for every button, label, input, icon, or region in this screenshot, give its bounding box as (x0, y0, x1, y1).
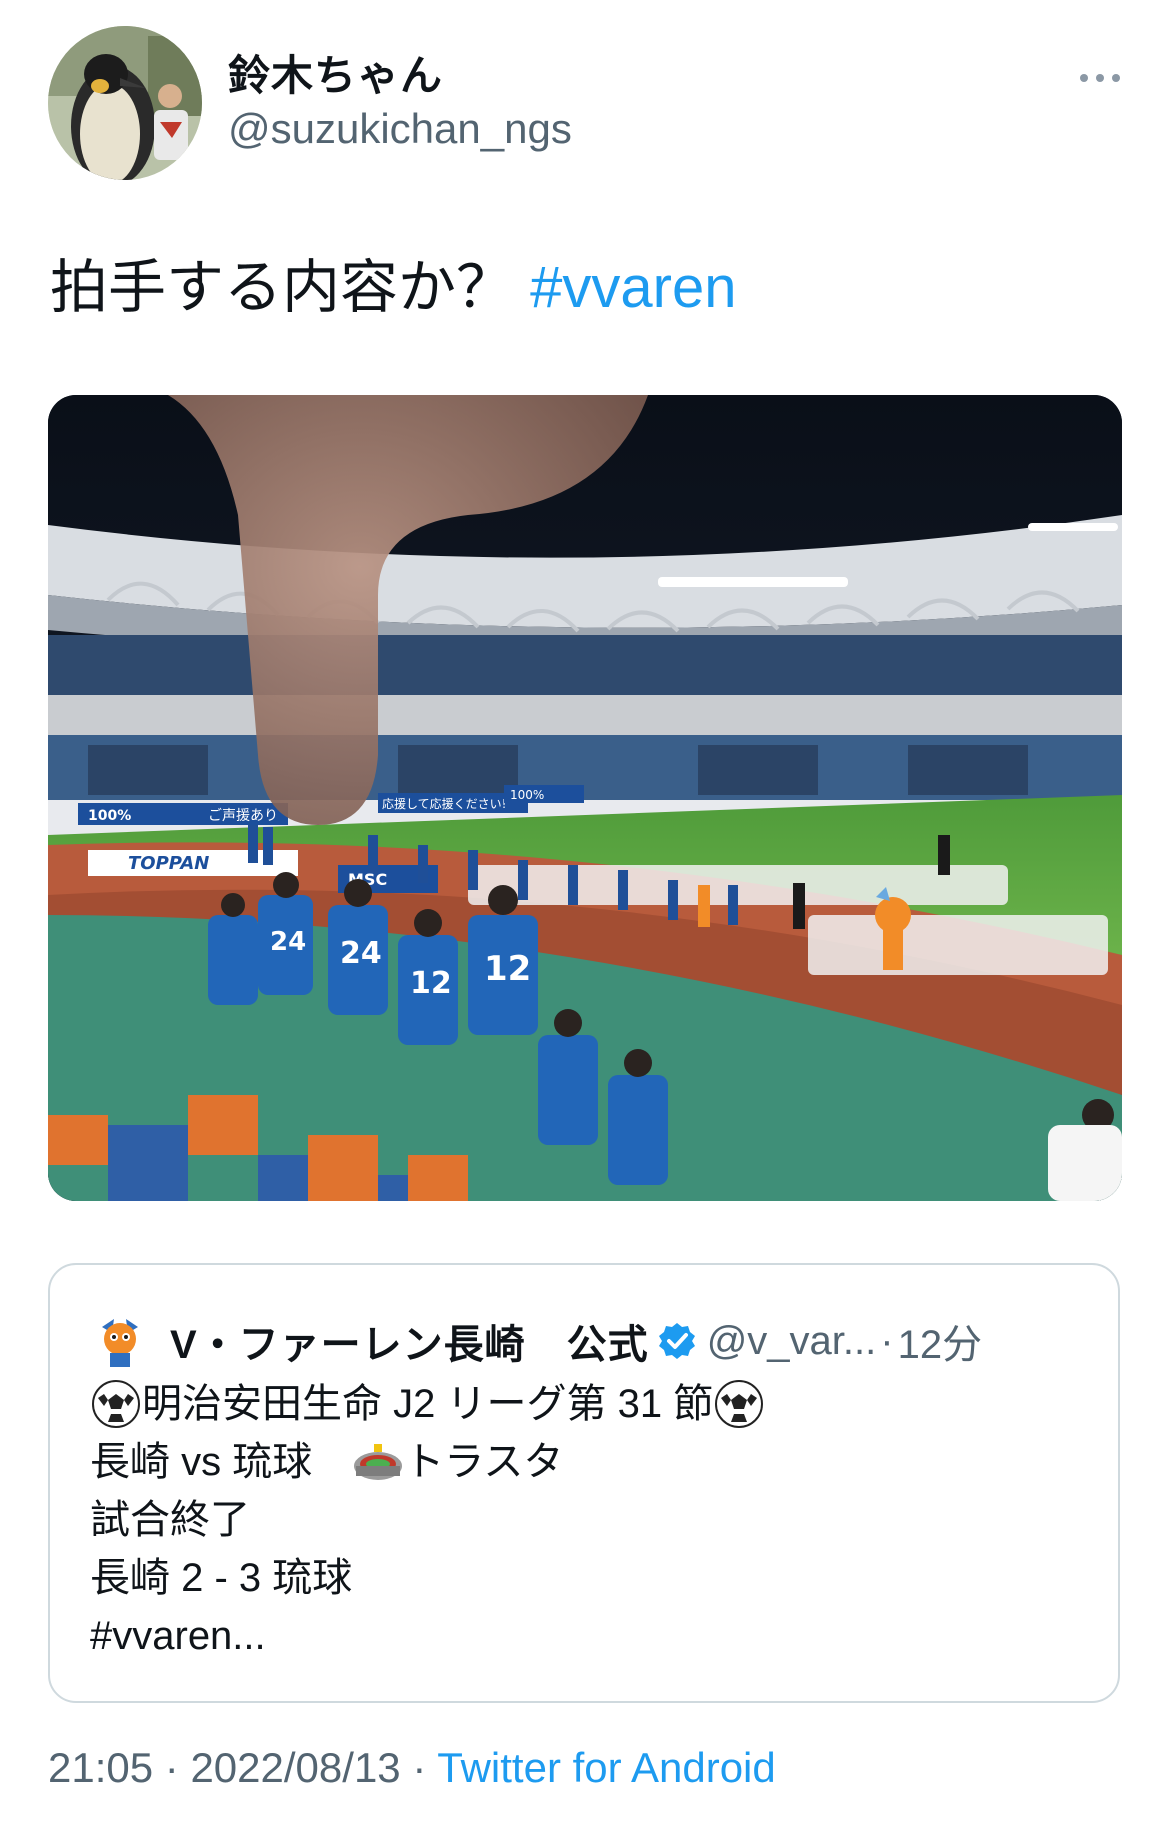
quoted-line-2: 長崎 vs 琉球 トラスタ (90, 1433, 1090, 1491)
tweet-date[interactable]: 2022/08/13 (190, 1744, 400, 1791)
stadium-photo: 100% ご声援あり 応援して応援ください! 100% TOPPAN MSC 2… (48, 395, 1122, 1201)
quoted-tweet[interactable]: V・ファーレン長崎 公式 @v_var... · 12分 明治安田生命 J2 リ… (48, 1263, 1120, 1703)
banner-text-1: 100% (88, 808, 131, 824)
tweet-time[interactable]: 21:05 (48, 1744, 153, 1791)
quoted-timestamp[interactable]: 12分 (898, 1312, 983, 1370)
banner-text-2: ご声援あり (208, 808, 278, 824)
meta-separator: · (412, 1744, 427, 1791)
avatar[interactable] (48, 26, 202, 180)
user-block: 鈴木ちゃん @suzukichan_ngs (228, 50, 572, 156)
jersey-number-3: 12 (410, 966, 452, 1001)
verified-badge-icon (658, 1323, 695, 1359)
banner-text-3: 応援して応援ください! (382, 797, 506, 811)
quoted-separator: · (880, 1318, 894, 1363)
more-horizontal-icon[interactable] (1078, 66, 1122, 90)
display-name[interactable]: 鈴木ちゃん (228, 50, 572, 102)
quoted-handle[interactable]: @v_var... (707, 1319, 877, 1364)
quoted-line-2b-text: トラスタ (404, 1440, 564, 1484)
tweet-header: 鈴木ちゃん @suzukichan_ngs (48, 26, 1122, 186)
tweet-photo[interactable]: 100% ご声援あり 応援して応援ください! 100% TOPPAN MSC 2… (48, 395, 1122, 1201)
mascot-avatar-icon (92, 1313, 148, 1369)
tweet-source-link[interactable]: Twitter for Android (437, 1744, 775, 1791)
quoted-avatar[interactable] (92, 1313, 148, 1369)
user-handle[interactable]: @suzukichan_ngs (228, 102, 572, 156)
tweet-body: 拍手する内容か？ (50, 255, 515, 320)
quoted-line-3: 試合終了 (90, 1498, 250, 1542)
banner-text-5: TOPPAN (128, 853, 209, 874)
jersey-number-1: 24 (270, 927, 306, 957)
soccer-ball-icon (90, 1378, 142, 1430)
penguin-photo-avatar (48, 26, 202, 180)
quoted-display-name[interactable]: V・ファーレン長崎 公式 (170, 1312, 649, 1370)
quoted-tweet-header: V・ファーレン長崎 公式 @v_var... · 12分 (92, 1311, 982, 1371)
quoted-line-4: 長崎 2 - 3 琉球 (90, 1556, 353, 1600)
jersey-number-4: 12 (484, 949, 531, 989)
quoted-line-1-text: 明治安田生命 J2 リーグ第 31 節 (142, 1382, 714, 1426)
jersey-number-2: 24 (340, 936, 382, 971)
quoted-line-2a-text: 長崎 vs 琉球 (90, 1440, 353, 1484)
quoted-line-5: #vvaren... (90, 1614, 266, 1658)
tweet-text: 拍手する内容か？ #vvaren (50, 248, 736, 328)
quoted-line-1: 明治安田生命 J2 リーグ第 31 節 (90, 1375, 1090, 1433)
tweet-meta: 21:05 · 2022/08/13 · Twitter for Android (48, 1740, 776, 1796)
stadium-icon (352, 1436, 404, 1488)
hashtag-link[interactable]: #vvaren (530, 255, 736, 320)
banner-text-4: 100% (510, 788, 544, 802)
soccer-ball-icon (713, 1378, 765, 1430)
meta-separator: · (164, 1744, 179, 1791)
quoted-tweet-body: 明治安田生命 J2 リーグ第 31 節 長崎 vs 琉球 トラスタ 試合終了 長… (90, 1375, 1090, 1665)
